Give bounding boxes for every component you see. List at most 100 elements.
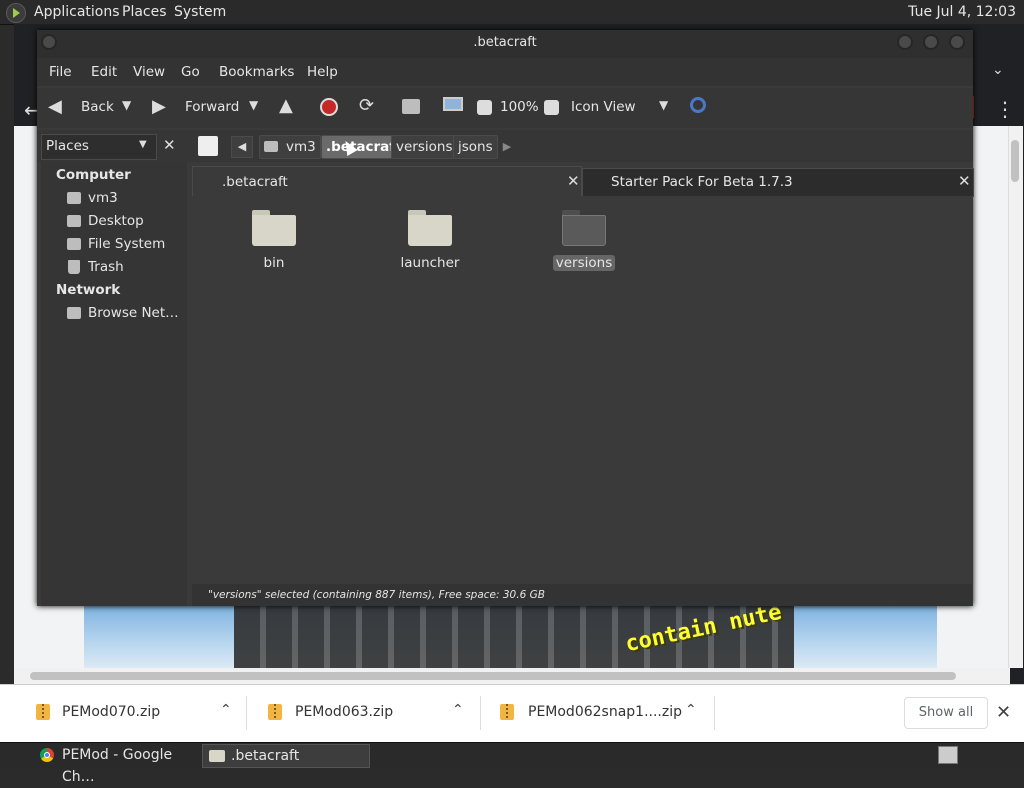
- forward-arrow-icon[interactable]: ▶: [152, 96, 166, 117]
- download-item[interactable]: PEMod063.zip ⌃: [252, 696, 474, 728]
- task-file-manager[interactable]: .betacraft: [202, 744, 370, 768]
- folder-icon: [209, 750, 225, 762]
- task-label: .betacraft: [231, 748, 300, 764]
- show-all-button[interactable]: Show all: [904, 697, 988, 729]
- status-text: "versions" selected (containing 887 item…: [208, 589, 545, 601]
- menu-system[interactable]: System: [174, 4, 226, 20]
- selected-label: versions: [552, 255, 616, 271]
- window-title: .betacraft: [473, 35, 537, 50]
- tab-betacraft[interactable]: .betacraft ✕: [192, 166, 582, 197]
- sidebar-item-trash[interactable]: Trash: [88, 259, 124, 275]
- forward-history-chevron-icon[interactable]: ▼: [249, 98, 258, 112]
- tab-label: Starter Pack For Beta 1.7.3: [611, 174, 793, 190]
- sidebar-header-network: Network: [56, 282, 121, 298]
- folder-selected-icon[interactable]: [562, 210, 606, 246]
- divider: [480, 696, 481, 730]
- top-panel: Applications Places System Tue Jul 4, 12…: [0, 0, 1024, 25]
- forward-button[interactable]: Forward: [185, 99, 239, 115]
- back-history-chevron-icon[interactable]: ▼: [122, 98, 131, 112]
- trash-icon: [68, 260, 80, 274]
- file-label-bin[interactable]: bin: [224, 255, 324, 271]
- vertical-scrollbar-thumb[interactable]: [1011, 140, 1019, 182]
- menu-edit[interactable]: Edit: [91, 64, 117, 80]
- tab-starter-pack[interactable]: Starter Pack For Beta 1.7.3 ✕: [582, 168, 974, 197]
- computer-icon[interactable]: [443, 97, 463, 111]
- chevron-up-icon[interactable]: ⌃: [452, 702, 464, 718]
- home-folder-icon: [67, 192, 81, 204]
- folder-icon[interactable]: [408, 210, 452, 246]
- zip-file-icon: [268, 704, 282, 720]
- sidebar-header-computer: Computer: [56, 167, 131, 183]
- divider: [246, 696, 247, 730]
- drive-icon: [67, 238, 81, 250]
- menu-bar: [37, 58, 973, 86]
- breadcrumb-left-icon[interactable]: ◀: [231, 136, 253, 158]
- home-icon[interactable]: [402, 99, 420, 114]
- zip-file-icon: [500, 704, 514, 720]
- sidebar-item-desktop[interactable]: Desktop: [88, 213, 144, 229]
- workspace-switcher-icon[interactable]: [938, 746, 958, 764]
- chevron-up-icon[interactable]: ⌃: [220, 702, 232, 718]
- minecraft-banner-image: contain nute: [84, 606, 937, 668]
- menu-file[interactable]: File: [49, 64, 72, 80]
- up-arrow-icon[interactable]: ▲: [279, 95, 293, 116]
- breadcrumb-right-icon[interactable]: ▶: [499, 136, 515, 158]
- task-label: PEMod - Google Ch…: [62, 747, 173, 785]
- task-chrome[interactable]: PEMod - Google Ch…: [34, 744, 200, 785]
- download-item[interactable]: PEMod062snap1....zip ⌃: [486, 696, 708, 728]
- download-filename: PEMod070.zip: [62, 704, 161, 720]
- menu-help[interactable]: Help: [307, 64, 338, 80]
- close-window-icon[interactable]: [949, 34, 965, 50]
- horizontal-scrollbar-thumb[interactable]: [30, 672, 956, 680]
- close-tab-icon[interactable]: ✕: [567, 172, 580, 190]
- reload-icon[interactable]: ⟳: [359, 95, 374, 116]
- search-icon[interactable]: [690, 97, 706, 113]
- menu-places[interactable]: Places: [122, 4, 167, 20]
- home-folder-icon: [264, 141, 278, 152]
- chrome-icon: [40, 748, 54, 762]
- stop-icon[interactable]: [320, 98, 338, 116]
- view-mode-select[interactable]: Icon View: [571, 99, 636, 115]
- applications-logo-icon[interactable]: [6, 3, 26, 23]
- chevron-up-icon[interactable]: ⌃: [685, 702, 697, 718]
- file-label-launcher[interactable]: launcher: [380, 255, 480, 271]
- close-tab-icon[interactable]: ✕: [958, 172, 971, 190]
- minimize-icon[interactable]: [897, 34, 913, 50]
- sidebar-item-file-system[interactable]: File System: [88, 236, 165, 252]
- tab-search-chevron-icon[interactable]: ⌄: [992, 62, 1004, 78]
- tab-label: .betacraft: [222, 174, 288, 190]
- view-mode-chevron-icon[interactable]: ▼: [659, 98, 668, 112]
- breadcrumb-jsons[interactable]: jsons: [453, 135, 498, 159]
- download-filename: PEMod062snap1....zip: [528, 704, 683, 720]
- network-icon: [67, 307, 81, 319]
- vertical-scrollbar[interactable]: [1008, 126, 1023, 668]
- folder-icon[interactable]: [252, 210, 296, 246]
- file-view[interactable]: [192, 196, 972, 582]
- zip-file-icon: [36, 704, 50, 720]
- menu-view[interactable]: View: [133, 64, 165, 80]
- browser-menu-icon[interactable]: ⋮: [995, 97, 1015, 121]
- sidebar-item-browse-network[interactable]: Browse Net…: [88, 305, 179, 321]
- maximize-icon[interactable]: [923, 34, 939, 50]
- zoom-out-icon[interactable]: [477, 100, 492, 115]
- desktop-icon: [67, 215, 81, 227]
- menu-go[interactable]: Go: [181, 64, 200, 80]
- edit-location-icon[interactable]: [198, 136, 218, 156]
- close-side-pane-icon[interactable]: ✕: [163, 136, 176, 154]
- file-label-versions[interactable]: versions: [534, 255, 634, 271]
- divider: [714, 696, 715, 730]
- download-filename: PEMod063.zip: [295, 704, 394, 720]
- zoom-in-icon[interactable]: [544, 100, 559, 115]
- breadcrumb-versions[interactable]: versions: [391, 135, 458, 159]
- zoom-level[interactable]: 100%: [500, 99, 539, 115]
- close-icon[interactable]: ✕: [996, 702, 1011, 723]
- side-pane-label: Places: [46, 138, 89, 154]
- chevron-down-icon[interactable]: ▼: [139, 139, 147, 150]
- menu-bookmarks[interactable]: Bookmarks: [219, 64, 294, 80]
- clock[interactable]: Tue Jul 4, 12:03: [908, 4, 1016, 20]
- menu-applications[interactable]: Applications: [34, 4, 120, 20]
- sidebar-item-vm3[interactable]: vm3: [88, 190, 118, 206]
- back-arrow-icon[interactable]: ◀: [48, 96, 62, 117]
- download-item[interactable]: PEMod070.zip ⌃: [20, 696, 242, 728]
- back-button[interactable]: Back: [81, 99, 114, 115]
